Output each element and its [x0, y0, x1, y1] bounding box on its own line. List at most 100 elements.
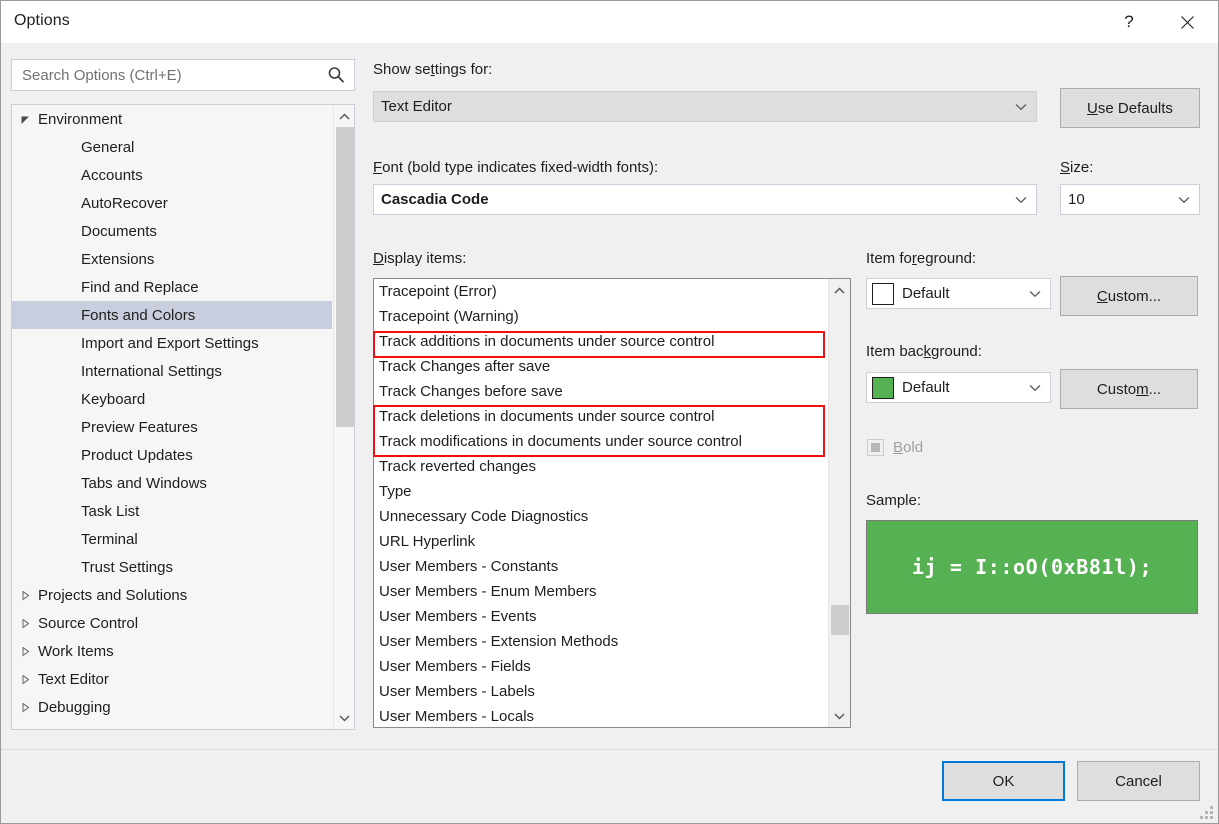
- display-items-list[interactable]: Tracepoint (Error)Tracepoint (Warning)Tr…: [373, 278, 851, 728]
- display-item-row[interactable]: User Members - Enum Members: [374, 579, 829, 604]
- display-item-label: User Members - Labels: [379, 683, 535, 700]
- tree-scrollbar-thumb[interactable]: [336, 127, 354, 427]
- display-items-scrollbar[interactable]: [828, 279, 850, 727]
- expander-collapsed-icon: [12, 674, 38, 685]
- cancel-button[interactable]: Cancel: [1077, 761, 1200, 801]
- font-dropdown[interactable]: Cascadia Code: [373, 184, 1037, 215]
- help-icon[interactable]: ?: [1106, 1, 1152, 43]
- ok-button[interactable]: OK: [942, 761, 1065, 801]
- tree-scroll-down-icon[interactable]: [334, 707, 355, 729]
- grip-dot: [1205, 816, 1208, 819]
- tree-item-autorecover[interactable]: AutoRecover: [12, 189, 332, 217]
- tree-item-debugging[interactable]: Debugging: [12, 693, 332, 721]
- tree-item-extensions[interactable]: Extensions: [12, 245, 332, 273]
- tree-item-projects-and-solutions[interactable]: Projects and Solutions: [12, 581, 332, 609]
- settings-tree-list: EnvironmentGeneral Accounts AutoRecover Doc…: [12, 105, 332, 721]
- bold-checkbox[interactable]: [867, 439, 884, 456]
- grip-dot: [1210, 811, 1213, 814]
- display-items-rows: Tracepoint (Error)Tracepoint (Warning)Tr…: [374, 279, 829, 728]
- item-foreground-value: Default: [902, 285, 950, 302]
- display-item-label: Track reverted changes: [379, 458, 536, 475]
- display-item-row[interactable]: User Members - Extension Methods: [374, 629, 829, 654]
- show-settings-for-label: Show settings for:: [373, 61, 492, 78]
- display-item-row[interactable]: Track Changes after save: [374, 354, 829, 379]
- tree-item-trust-settings[interactable]: Trust Settings: [12, 553, 332, 581]
- display-item-row[interactable]: Unnecessary Code Diagnostics: [374, 504, 829, 529]
- show-settings-for-value: Text Editor: [381, 98, 452, 115]
- tree-item-find-and-replace[interactable]: Find and Replace: [12, 273, 332, 301]
- custom-background-button[interactable]: Custom...: [1060, 369, 1198, 409]
- bold-label: Bold: [893, 439, 923, 456]
- size-dropdown[interactable]: 10: [1060, 184, 1200, 215]
- display-item-label: Type: [379, 483, 412, 500]
- tree-item-terminal[interactable]: Terminal: [12, 525, 332, 553]
- show-settings-for-dropdown[interactable]: Text Editor: [373, 91, 1037, 122]
- tree-item-keyboard[interactable]: Keyboard: [12, 385, 332, 413]
- item-foreground-dropdown[interactable]: Default: [866, 278, 1051, 309]
- display-item-label: User Members - Enum Members: [379, 583, 597, 600]
- bold-checkbox-row[interactable]: Bold: [867, 439, 923, 456]
- display-items-label: Display items:: [373, 250, 466, 267]
- tree-item-label: Keyboard: [81, 391, 151, 408]
- expander-collapsed-icon: [12, 702, 38, 713]
- display-item-row[interactable]: User Members - Fields: [374, 654, 829, 679]
- display-item-label: Track deletions in documents under sourc…: [379, 408, 714, 425]
- tree-item-general[interactable]: General: [12, 133, 332, 161]
- display-item-label: User Members - Fields: [379, 658, 531, 675]
- tree-item-documents[interactable]: Documents: [12, 217, 332, 245]
- display-item-row[interactable]: Track additions in documents under sourc…: [374, 329, 829, 354]
- tree-item-label: Accounts: [81, 167, 149, 184]
- tree-item-label: Work Items: [38, 643, 120, 660]
- resize-grip-icon[interactable]: [1200, 806, 1214, 820]
- tree-scroll-up-icon[interactable]: [334, 105, 355, 127]
- tree-item-preview-features[interactable]: Preview Features: [12, 413, 332, 441]
- display-item-row[interactable]: Tracepoint (Warning): [374, 304, 829, 329]
- display-item-label: User Members - Constants: [379, 558, 558, 575]
- tree-item-international-settings[interactable]: International Settings: [12, 357, 332, 385]
- tree-item-text-editor[interactable]: Text Editor: [12, 665, 332, 693]
- display-item-row[interactable]: Track Changes before save: [374, 379, 829, 404]
- display-item-row[interactable]: Track deletions in documents under sourc…: [374, 404, 829, 429]
- tree-item-label: Source Control: [38, 615, 144, 632]
- display-items-scroll-up-icon[interactable]: [829, 279, 850, 301]
- tree-item-import-and-export-settings[interactable]: Import and Export Settings: [12, 329, 332, 357]
- sample-preview: ij = I::oO(0xB81l);: [866, 520, 1198, 614]
- tree-item-tabs-and-windows[interactable]: Tabs and Windows: [12, 469, 332, 497]
- display-item-row[interactable]: User Members - Constants: [374, 554, 829, 579]
- use-defaults-button[interactable]: Use Defaults: [1060, 88, 1200, 128]
- tree-item-work-items[interactable]: Work Items: [12, 637, 332, 665]
- display-item-label: Track modifications in documents under s…: [379, 433, 742, 450]
- display-item-row[interactable]: URL Hyperlink: [374, 529, 829, 554]
- tree-item-fonts-and-colors[interactable]: Fonts and Colors: [12, 301, 332, 329]
- search-options-box[interactable]: [11, 59, 355, 91]
- tree-item-environment[interactable]: Environment: [12, 105, 332, 133]
- display-item-row[interactable]: Type: [374, 479, 829, 504]
- display-items-scrollbar-thumb[interactable]: [831, 605, 849, 635]
- display-item-row[interactable]: Track modifications in documents under s…: [374, 429, 829, 454]
- expander-collapsed-icon: [12, 646, 38, 657]
- item-background-label: Item background:: [866, 343, 982, 360]
- close-icon[interactable]: [1164, 1, 1210, 43]
- search-input[interactable]: [20, 61, 315, 89]
- tree-item-source-control[interactable]: Source Control: [12, 609, 332, 637]
- settings-tree[interactable]: EnvironmentGeneral Accounts AutoRecover Doc…: [11, 104, 355, 730]
- display-item-label: Track Changes after save: [379, 358, 550, 375]
- tree-item-accounts[interactable]: Accounts: [12, 161, 332, 189]
- display-item-row[interactable]: User Members - Locals: [374, 704, 829, 728]
- custom-foreground-button[interactable]: Custom...: [1060, 276, 1198, 316]
- display-item-row[interactable]: User Members - Events: [374, 604, 829, 629]
- display-items-scroll-down-icon[interactable]: [829, 705, 850, 727]
- display-item-label: URL Hyperlink: [379, 533, 475, 550]
- tree-item-product-updates[interactable]: Product Updates: [12, 441, 332, 469]
- tree-item-label: Documents: [81, 223, 163, 240]
- font-value: Cascadia Code: [381, 191, 489, 208]
- tree-item-task-list[interactable]: Task List: [12, 497, 332, 525]
- item-background-dropdown[interactable]: Default: [866, 372, 1051, 403]
- display-item-row[interactable]: Track reverted changes: [374, 454, 829, 479]
- tree-item-label: AutoRecover: [81, 195, 174, 212]
- display-item-row[interactable]: User Members - Labels: [374, 679, 829, 704]
- tree-scrollbar[interactable]: [333, 105, 354, 729]
- item-foreground-swatch: [872, 283, 894, 305]
- display-item-row[interactable]: Tracepoint (Error): [374, 279, 829, 304]
- grip-dot: [1205, 811, 1208, 814]
